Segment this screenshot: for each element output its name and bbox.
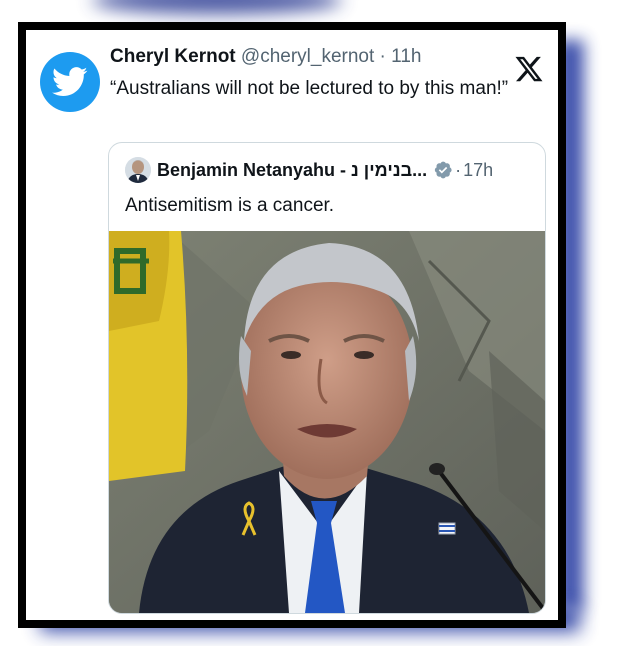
author-name[interactable]: Cheryl Kernot: [110, 46, 236, 67]
quoted-tweet-image[interactable]: [109, 231, 545, 613]
speaker-photo: [109, 231, 545, 613]
tweet-text: “Australians will not be lectured to by …: [110, 78, 509, 99]
verified-badge-icon: [434, 161, 452, 179]
quoted-tweet-timestamp[interactable]: 17h: [463, 156, 493, 184]
frame-shadow-top: [92, 0, 342, 14]
quoted-tweet-text: Antisemitism is a cancer.: [125, 195, 335, 216]
quoted-tweet[interactable]: Benjamin Netanyahu - בנימין נ... · 17h A…: [108, 142, 546, 614]
quoted-tweet-header: Benjamin Netanyahu - בנימין נ... · 17h: [157, 156, 545, 184]
avatar[interactable]: [125, 157, 151, 183]
tweet-timestamp[interactable]: 11h: [391, 46, 421, 67]
twitter-bird-icon[interactable]: [40, 52, 100, 112]
quoted-author-name[interactable]: Benjamin Netanyahu - בנימין נ...: [157, 156, 427, 184]
tweet-header: Cheryl Kernot @cheryl_kernot · 11h: [110, 44, 510, 70]
x-logo-icon[interactable]: [514, 54, 544, 84]
tweet-screenshot-frame: Cheryl Kernot @cheryl_kernot · 11h “Aust…: [18, 22, 566, 628]
meta-separator: ·: [374, 46, 392, 67]
meta-separator: ·: [455, 160, 462, 180]
author-handle[interactable]: @cheryl_kernot: [241, 46, 374, 67]
